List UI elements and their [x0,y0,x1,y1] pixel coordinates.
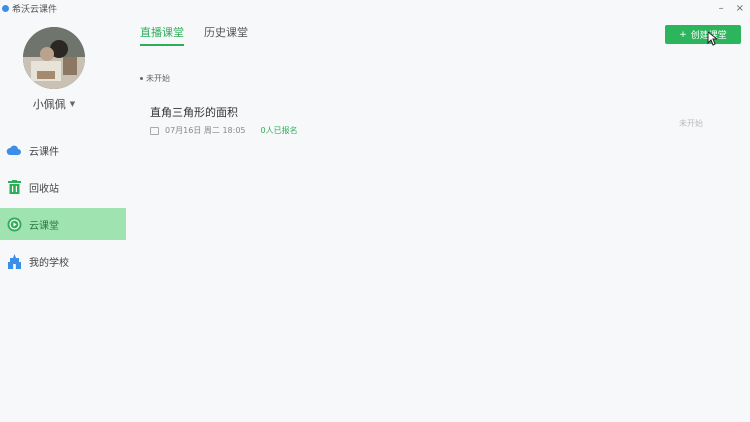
sidebar-item-label: 回收站 [29,183,59,195]
minimize-button[interactable]: – [719,3,724,14]
mouse-cursor-icon [707,31,717,46]
tab-bar: 直播课堂 历史课堂 [140,24,248,46]
calendar-icon [150,126,159,135]
tab-history-classroom[interactable]: 历史课堂 [204,24,248,46]
course-date: 07月16日 周二 18:05 [165,126,246,135]
school-icon [6,253,22,269]
play-icon [6,216,22,232]
avatar[interactable] [23,27,85,89]
app-title: 希沃云课件 [2,2,57,15]
avatar-photo [23,27,85,89]
sidebar-nav: 云课件 回收站 云课堂 我的学校 [0,134,126,282]
main-content: 直播课堂 历史课堂 + 创建课堂 未开始 直角三角形的面积 07月16日 周二 … [126,16,750,422]
cloud-icon [6,142,22,158]
section-label: 未开始 [146,74,170,83]
create-classroom-button[interactable]: + 创建课堂 [665,25,741,44]
username: 小佩佩 [32,98,66,111]
app-logo-icon [2,4,9,12]
trash-icon [6,179,22,195]
course-status: 未开始 [679,119,703,128]
sidebar-item-my-school[interactable]: 我的学校 [0,245,126,277]
plus-icon: + [679,29,687,40]
sidebar-item-cloud-courseware[interactable]: 云课件 [0,134,126,166]
tab-live-classroom[interactable]: 直播课堂 [140,24,184,46]
chevron-down-icon: ▼ [69,100,76,108]
sidebar-item-label: 云课堂 [29,220,59,232]
title-bar: 希沃云课件 – × [0,0,750,16]
user-menu[interactable]: 小佩佩 ▼ [0,96,108,112]
sidebar-item-cloud-classroom[interactable]: 云课堂 [0,208,126,240]
signup-count[interactable]: 0人已报名 [261,125,298,136]
sidebar-item-recycle-bin[interactable]: 回收站 [0,171,126,203]
sidebar-item-label: 我的学校 [29,257,69,269]
close-button[interactable]: × [736,3,744,14]
sidebar-item-label: 云课件 [29,146,59,158]
course-meta: 07月16日 周二 18:05 0人已报名 [150,125,298,136]
bullet-icon [140,77,143,80]
window-controls: – × [719,3,744,14]
sidebar: 小佩佩 ▼ 云课件 回收站 云课堂 我的学校 [0,16,126,422]
section-header: 未开始 [140,73,170,84]
window-title: 希沃云课件 [12,4,58,15]
course-title[interactable]: 直角三角形的面积 [150,104,238,120]
